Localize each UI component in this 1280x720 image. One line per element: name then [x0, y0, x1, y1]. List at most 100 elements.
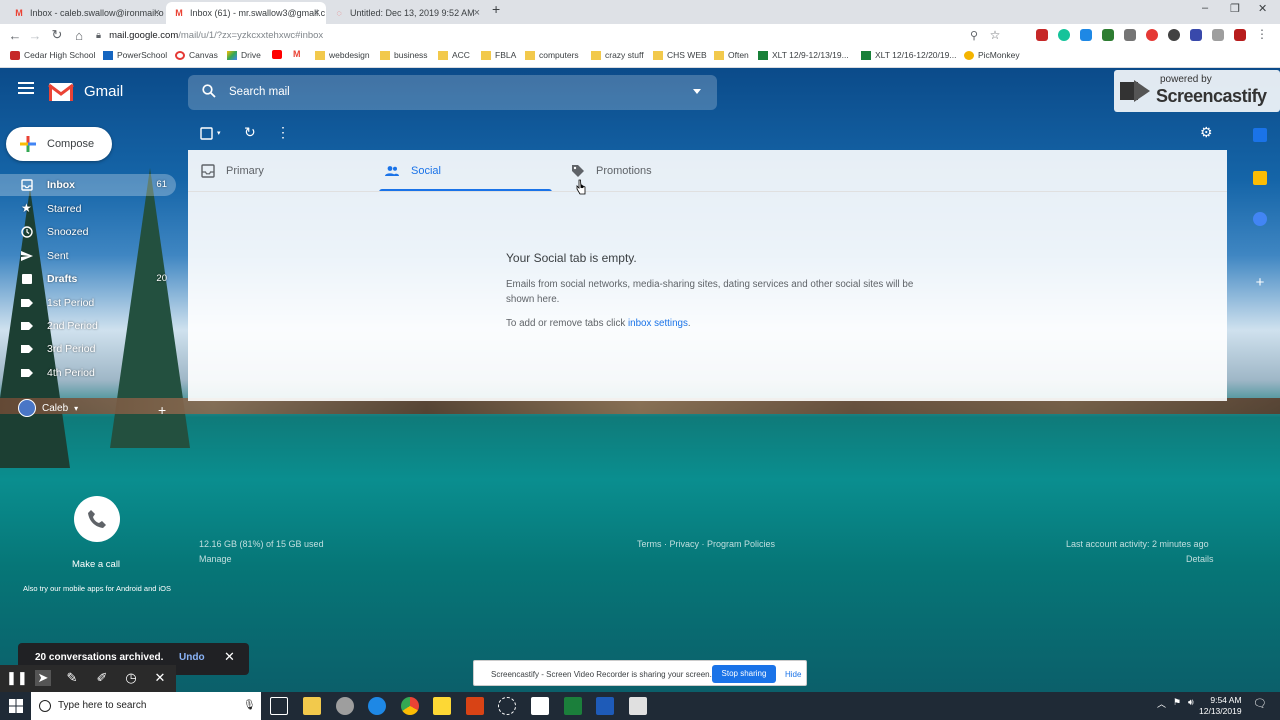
settings-gear-icon[interactable]: ⚙: [1200, 124, 1213, 141]
sticky-notes-icon[interactable]: [433, 697, 451, 715]
sidebar-item-2nd-period[interactable]: 2nd Period: [0, 315, 176, 337]
bookmark-folder[interactable]: business: [380, 50, 428, 60]
pointer-icon[interactable]: ➤: [35, 670, 51, 686]
system-clock[interactable]: 9:54 AM 12/13/2019: [1199, 695, 1242, 717]
inbox-settings-link[interactable]: inbox settings: [628, 318, 688, 329]
app-icon[interactable]: [498, 697, 516, 715]
more-options-icon[interactable]: ⋮: [276, 124, 290, 141]
sidebar-item-sent[interactable]: Sent: [0, 245, 176, 267]
bookmark-folder[interactable]: Often: [714, 50, 749, 60]
hangouts-user[interactable]: Caleb ▾: [18, 399, 78, 417]
bookmark-item[interactable]: XLT 12/9-12/13/19...: [758, 50, 849, 60]
search-input[interactable]: Search mail: [229, 86, 290, 98]
camera-icon[interactable]: [1212, 29, 1224, 41]
browser-tab[interactable]: ◌ Untitled: Dec 13, 2019 9:52 AM ×: [326, 2, 486, 24]
close-icon[interactable]: ×: [474, 7, 480, 19]
grammarly-icon[interactable]: [1058, 29, 1070, 41]
home-icon[interactable]: ⌂: [70, 24, 88, 46]
sidebar-item-3rd-period[interactable]: 3rd Period: [0, 338, 176, 360]
close-icon[interactable]: ×: [154, 7, 160, 19]
tray-chevron-icon[interactable]: ︿: [1157, 697, 1166, 710]
add-addon-icon[interactable]: +: [1253, 275, 1267, 290]
select-checkbox-icon[interactable]: [200, 127, 214, 141]
compose-button[interactable]: Compose: [6, 127, 112, 161]
bookmark-item[interactable]: Canvas: [175, 50, 218, 60]
details-link[interactable]: Details: [1186, 554, 1214, 564]
task-view-icon[interactable]: [270, 697, 288, 715]
stop-sharing-button[interactable]: Stop sharing: [712, 665, 776, 683]
calculator-icon[interactable]: [629, 697, 647, 715]
excel-icon[interactable]: [564, 697, 582, 715]
bookmark-folder[interactable]: computers: [525, 50, 579, 60]
word-icon[interactable]: [596, 697, 614, 715]
sidebar-item-4th-period[interactable]: 4th Period: [0, 362, 176, 384]
reload-icon[interactable]: ↻: [48, 24, 66, 46]
sidebar-item-drafts[interactable]: Drafts 20: [0, 268, 176, 290]
bookmark-folder[interactable]: webdesign: [315, 50, 370, 60]
windows-start-icon[interactable]: [9, 699, 23, 713]
app-icon[interactable]: [336, 697, 354, 715]
edge-icon[interactable]: [368, 697, 386, 715]
bookmark-folder[interactable]: CHS WEB: [653, 50, 707, 60]
minimize-icon[interactable]: –: [1202, 2, 1208, 14]
bookmark-item[interactable]: PicMonkey: [964, 50, 1020, 60]
extension-icon[interactable]: [1190, 29, 1202, 41]
undo-button[interactable]: Undo: [179, 652, 205, 663]
photos-icon[interactable]: [531, 697, 549, 715]
new-tab-icon[interactable]: +: [492, 1, 500, 17]
bookmark-folder[interactable]: FBLA: [481, 50, 516, 60]
restore-icon[interactable]: ❐: [1230, 2, 1240, 15]
sidebar-item-1st-period[interactable]: 1st Period: [0, 292, 176, 314]
bookmark-item[interactable]: Drive: [227, 50, 261, 60]
tasks-icon[interactable]: [1253, 212, 1267, 226]
shield-icon[interactable]: [1124, 29, 1136, 41]
refresh-icon[interactable]: ↻: [244, 124, 256, 141]
bookmark-item[interactable]: PowerSchool: [103, 50, 167, 60]
timer-icon[interactable]: ◷: [123, 670, 139, 686]
tab-social[interactable]: Social: [379, 150, 552, 192]
forward-icon[interactable]: →: [26, 24, 44, 46]
chrome-icon[interactable]: [401, 697, 419, 715]
browser-tab[interactable]: M Inbox - caleb.swallow@ironmail.o ×: [6, 2, 166, 24]
more-menu-icon[interactable]: ⋮: [1256, 28, 1268, 41]
close-icon[interactable]: ✕: [152, 670, 168, 686]
bookmark-item[interactable]: Cedar High School: [10, 50, 95, 60]
window-close-icon[interactable]: ✕: [1258, 2, 1267, 15]
tab-primary[interactable]: Primary: [188, 150, 378, 192]
search-icon[interactable]: [202, 84, 216, 98]
main-menu-icon[interactable]: [18, 82, 34, 94]
hide-button[interactable]: Hide: [785, 670, 801, 679]
bookmark-item[interactable]: M: [293, 50, 303, 59]
taskbar-search-input[interactable]: Type here to search: [58, 700, 146, 711]
extension-icon[interactable]: [1146, 29, 1158, 41]
file-explorer-icon[interactable]: [303, 697, 321, 715]
url-field[interactable]: 🔒︎ mail.google.com/mail/u/1/?zx=yzkcxxte…: [96, 27, 996, 43]
footer-links[interactable]: Terms · Privacy · Program Policies: [637, 539, 775, 549]
make-call-button[interactable]: [74, 496, 120, 542]
bookmark-item[interactable]: XLT 12/16-12/20/19...: [861, 50, 956, 60]
microphone-icon[interactable]: 🎙︎: [243, 700, 256, 711]
bookmark-item[interactable]: [272, 50, 282, 59]
highlighter-icon[interactable]: ✐: [94, 670, 110, 686]
keep-icon[interactable]: [1253, 171, 1267, 185]
extension-icon[interactable]: [1102, 29, 1114, 41]
taskbar-search[interactable]: Type here to search 🎙︎: [31, 692, 261, 720]
close-icon[interactable]: ✕: [224, 649, 235, 665]
extension-icon[interactable]: [1168, 29, 1180, 41]
sidebar-item-starred[interactable]: ★ Starred: [0, 198, 176, 220]
powerpoint-icon[interactable]: [466, 697, 484, 715]
sidebar-item-inbox[interactable]: Inbox 61: [0, 174, 176, 196]
bookmark-folder[interactable]: ACC: [438, 50, 470, 60]
extension-icon[interactable]: [1080, 29, 1092, 41]
network-icon[interactable]: ⚑: [1173, 697, 1181, 708]
add-contact-icon[interactable]: +: [158, 402, 166, 418]
zoom-icon[interactable]: ⚲: [965, 24, 983, 46]
calendar-icon[interactable]: [1253, 128, 1267, 142]
browser-tab-active[interactable]: M Inbox (61) - mr.swallow3@gmail.c ×: [166, 2, 326, 24]
search-options-icon[interactable]: [693, 89, 701, 94]
bookmark-star-icon[interactable]: ☆: [986, 24, 1004, 46]
bookmark-folder[interactable]: crazy stuff: [591, 50, 644, 60]
close-icon[interactable]: ×: [314, 7, 320, 19]
search-bar[interactable]: Search mail: [188, 75, 717, 110]
volume-icon[interactable]: 🔊︎: [1188, 697, 1194, 708]
